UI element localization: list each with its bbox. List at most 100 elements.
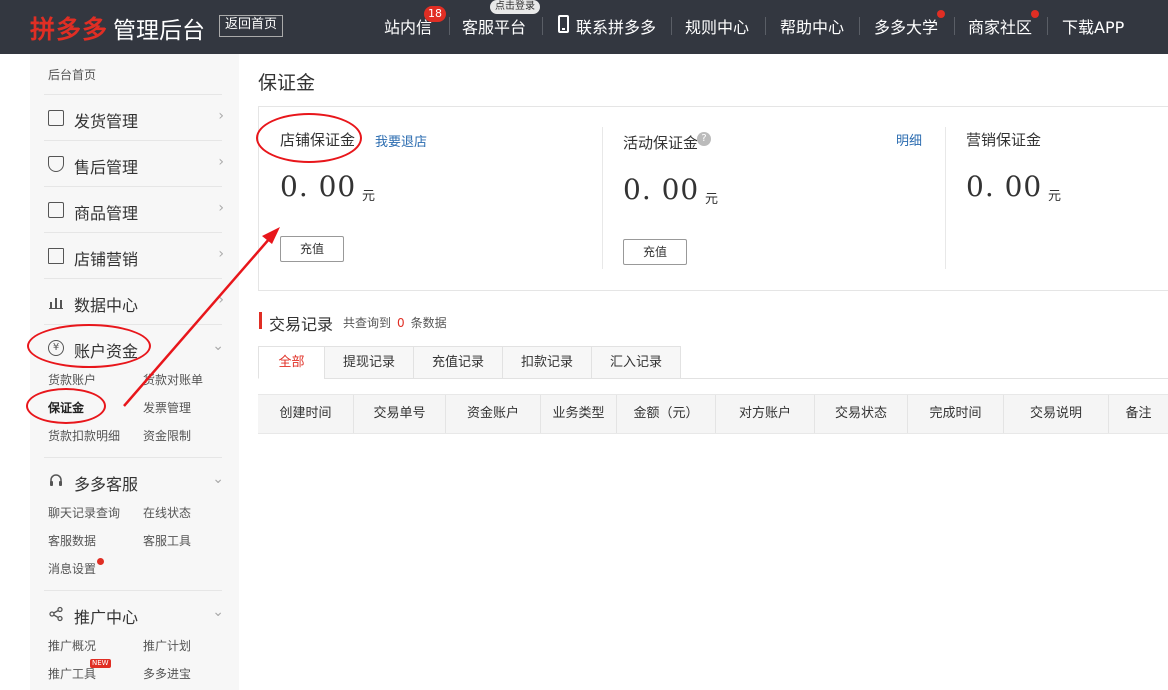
page-title: 保证金 (258, 72, 316, 94)
column-header[interactable]: 对方账户 (716, 395, 815, 433)
phone-icon (558, 15, 569, 33)
column-header[interactable]: 交易状态 (815, 395, 908, 433)
logo-title: 管理后台 (113, 18, 205, 44)
nav-divider (859, 17, 860, 35)
help-icon[interactable]: ? (697, 132, 711, 146)
tab-recharges[interactable]: 充值记录 (413, 346, 503, 379)
nav-customer-service[interactable]: 客服平台 (462, 14, 526, 38)
submenu-message-settings[interactable]: 消息设置 (48, 560, 96, 577)
nav-help[interactable]: 帮助中心 (780, 14, 844, 38)
activity-deposit-recharge-button[interactable]: 充值 (623, 239, 687, 265)
sidebar-divider (44, 324, 222, 325)
sidebar-item-products[interactable]: 商品管理 › (44, 190, 224, 230)
chevron-right-icon: › (218, 246, 224, 262)
column-header[interactable]: 备注 (1109, 395, 1168, 433)
currency-unit: 元 (1048, 189, 1062, 204)
sidebar-item-after-sales[interactable]: 售后管理 › (44, 144, 224, 184)
submenu-promotion-plan[interactable]: 推广计划 (143, 637, 191, 654)
sidebar-item-label: 数据中心 (74, 296, 139, 315)
sidebar-item-label: 账户资金 (74, 342, 139, 361)
submenu-payment-statement[interactable]: 货款对账单 (143, 371, 203, 388)
column-header[interactable]: 交易说明 (1004, 395, 1109, 433)
submenu-service-data[interactable]: 客服数据 (48, 532, 96, 549)
sidebar-divider (44, 94, 222, 95)
nav-divider (542, 17, 543, 35)
currency-unit: 元 (362, 189, 376, 204)
chevron-down-icon: ⌄ (212, 338, 224, 354)
sidebar-item-label: 店铺营销 (74, 250, 139, 269)
section-accent-bar (259, 312, 262, 329)
tab-withdrawals[interactable]: 提现记录 (324, 346, 414, 379)
notification-dot (97, 558, 104, 565)
nav-download-app[interactable]: 下载APP (1062, 14, 1124, 38)
column-header[interactable]: 创建时间 (258, 395, 354, 433)
chevron-right-icon: › (218, 292, 224, 308)
nav-divider (671, 17, 672, 35)
top-navigation-bar: 拼多多 管理后台 返回首页 站内信 18 客服平台 点击登录 联系拼多多 规则中… (0, 0, 1168, 54)
logo-brand[interactable]: 拼多多 (30, 10, 108, 46)
activity-deposit-amount: 0. 00 (623, 173, 700, 206)
column-header[interactable]: 资金账户 (446, 395, 541, 433)
back-home-button[interactable]: 返回首页 (219, 15, 284, 37)
activity-deposit-label: 活动保证金 (623, 134, 699, 152)
sidebar: 后台首页 发货管理 › 售后管理 › 商品管理 › 店铺营销 › 数据中心 › … (30, 54, 239, 690)
chevron-down-icon: ⌄ (212, 471, 224, 487)
nav-university[interactable]: 多多大学 (874, 14, 938, 38)
chevron-right-icon: › (218, 154, 224, 170)
box-icon (48, 202, 64, 218)
new-badge: NEW (90, 659, 111, 668)
column-header[interactable]: 交易单号 (354, 395, 446, 433)
transaction-records-title: 交易记录 (269, 315, 334, 334)
submenu-promotion-tools[interactable]: 推广工具 (48, 665, 96, 682)
record-count-text: 共查询到 0 条数据 (343, 314, 447, 331)
nav-divider (1047, 17, 1048, 35)
nav-contact[interactable]: 联系拼多多 (576, 14, 656, 38)
submenu-service-tools[interactable]: 客服工具 (143, 532, 191, 549)
notification-dot (1031, 10, 1039, 18)
column-header[interactable]: 业务类型 (541, 395, 617, 433)
submenu-promotion-overview[interactable]: 推广概况 (48, 637, 96, 654)
nav-community[interactable]: 商家社区 (968, 14, 1032, 38)
column-header[interactable]: 金额（元） (617, 395, 716, 433)
login-hint-badge[interactable]: 点击登录 (490, 0, 540, 14)
column-divider (945, 127, 946, 269)
yuan-coin-icon: ¥ (48, 340, 64, 356)
nav-divider (954, 17, 955, 35)
marketing-deposit-amount: 0. 00 (966, 170, 1043, 203)
submenu-duoduo-jinbao[interactable]: 多多进宝 (143, 665, 191, 682)
sidebar-item-label: 发货管理 (74, 112, 139, 131)
sidebar-home-link[interactable]: 后台首页 (48, 66, 96, 83)
submenu-fund-limits[interactable]: 资金限制 (143, 427, 191, 444)
sidebar-item-label: 推广中心 (74, 608, 139, 627)
tab-all[interactable]: 全部 (258, 346, 325, 379)
submenu-payment-account[interactable]: 货款账户 (48, 371, 96, 388)
nav-rules[interactable]: 规则中心 (685, 14, 749, 38)
sidebar-item-customer-service[interactable]: 多多客服 ⌄ (44, 461, 224, 501)
shield-icon (48, 156, 64, 172)
sidebar-item-promotion[interactable]: 推广中心 ⌄ (44, 594, 224, 634)
sidebar-item-data-center[interactable]: 数据中心 › (44, 282, 224, 322)
sidebar-item-marketing[interactable]: 店铺营销 › (44, 236, 224, 276)
store-deposit-recharge-button[interactable]: 充值 (280, 236, 344, 262)
sidebar-divider (44, 278, 222, 279)
submenu-online-status[interactable]: 在线状态 (143, 504, 191, 521)
tab-incoming[interactable]: 汇入记录 (591, 346, 681, 379)
column-divider (602, 127, 603, 269)
activity-deposit-detail-link[interactable]: 明细 (896, 130, 922, 149)
message-count-badge: 18 (424, 6, 446, 22)
sidebar-item-label: 售后管理 (74, 158, 139, 177)
sidebar-item-shipping[interactable]: 发货管理 › (44, 98, 224, 138)
headset-icon (48, 473, 64, 489)
record-count: 0 (397, 316, 405, 330)
close-store-link[interactable]: 我要退店 (375, 131, 427, 150)
sidebar-item-label: 多多客服 (74, 475, 139, 494)
sidebar-divider (44, 457, 222, 458)
submenu-deduction-detail[interactable]: 货款扣款明细 (48, 427, 120, 444)
submenu-deposit[interactable]: 保证金 (48, 399, 84, 416)
tab-deductions[interactable]: 扣款记录 (502, 346, 592, 379)
sidebar-divider (44, 232, 222, 233)
submenu-invoice[interactable]: 发票管理 (143, 399, 191, 416)
sidebar-item-account-funds[interactable]: ¥ 账户资金 ⌄ (44, 328, 224, 368)
column-header[interactable]: 完成时间 (908, 395, 1004, 433)
submenu-chat-history[interactable]: 聊天记录查询 (48, 504, 120, 521)
